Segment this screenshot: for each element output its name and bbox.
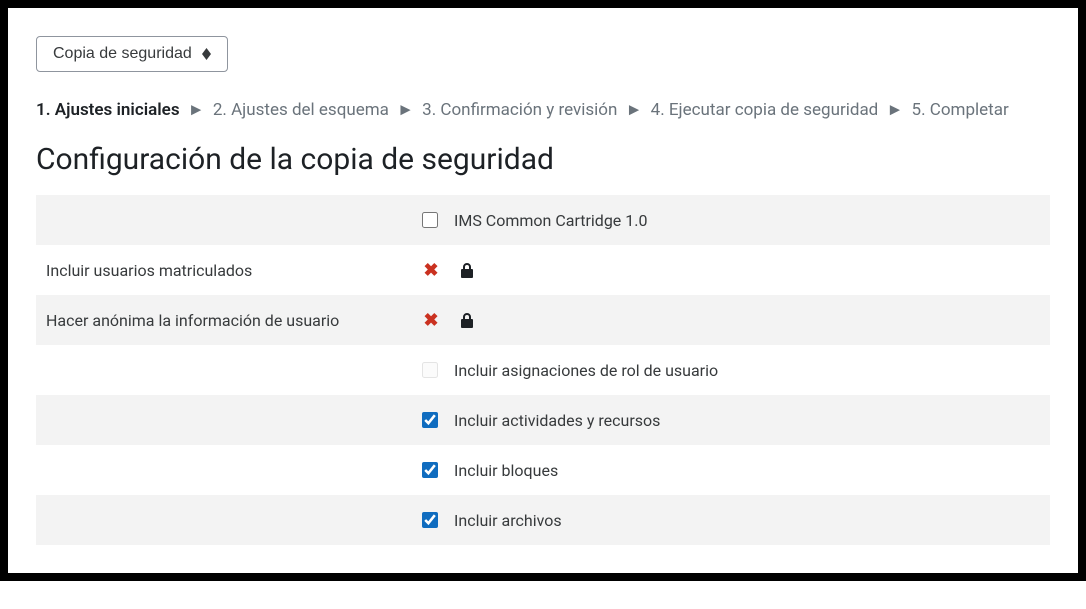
cross-icon: ✖ [422,260,440,281]
row-ims: IMS Common Cartridge 1.0 [36,195,1050,245]
activities-label: Incluir actividades y recursos [454,411,660,430]
row-role-assignments: Incluir asignaciones de rol de usuario [36,345,1050,395]
blocks-checkbox[interactable] [422,462,438,478]
anonymize-label: Hacer anónima la información de usuario [46,311,422,330]
separator-icon: ► [188,100,205,120]
step-1: 1. Ajustes iniciales [36,100,180,120]
ims-checkbox[interactable] [422,212,438,228]
activities-checkbox[interactable] [422,412,438,428]
step-5: 5. Completar [912,100,1009,120]
backup-dropdown-label: Copia de seguridad [53,45,192,63]
step-3: 3. Confirmación y revisión [422,100,617,120]
page-title: Configuración de la copia de seguridad [36,142,1050,177]
row-blocks: Incluir bloques [36,445,1050,495]
files-checkbox[interactable] [422,512,438,528]
ims-label: IMS Common Cartridge 1.0 [454,211,647,230]
separator-icon: ► [626,100,643,120]
row-enrolled-users: Incluir usuarios matriculados ✖ [36,245,1050,295]
row-files: Incluir archivos [36,495,1050,545]
row-anonymize: Hacer anónima la información de usuario … [36,295,1050,345]
enrolled-users-label: Incluir usuarios matriculados [46,261,422,280]
role-assignments-checkbox [422,362,438,378]
step-2: 2. Ajustes del esquema [213,100,389,120]
sort-icon [202,48,211,60]
row-activities: Incluir actividades y recursos [36,395,1050,445]
files-label: Incluir archivos [454,511,562,530]
lock-icon [458,312,476,328]
role-assignments-label: Incluir asignaciones de rol de usuario [454,361,718,380]
cross-icon: ✖ [422,310,440,331]
step-4: 4. Ejecutar copia de seguridad [651,100,879,120]
separator-icon: ► [397,100,414,120]
breadcrumb: 1. Ajustes iniciales ► 2. Ajustes del es… [36,100,1050,120]
separator-icon: ► [887,100,904,120]
backup-dropdown[interactable]: Copia de seguridad [36,36,228,72]
lock-icon [458,262,476,278]
blocks-label: Incluir bloques [454,461,558,480]
